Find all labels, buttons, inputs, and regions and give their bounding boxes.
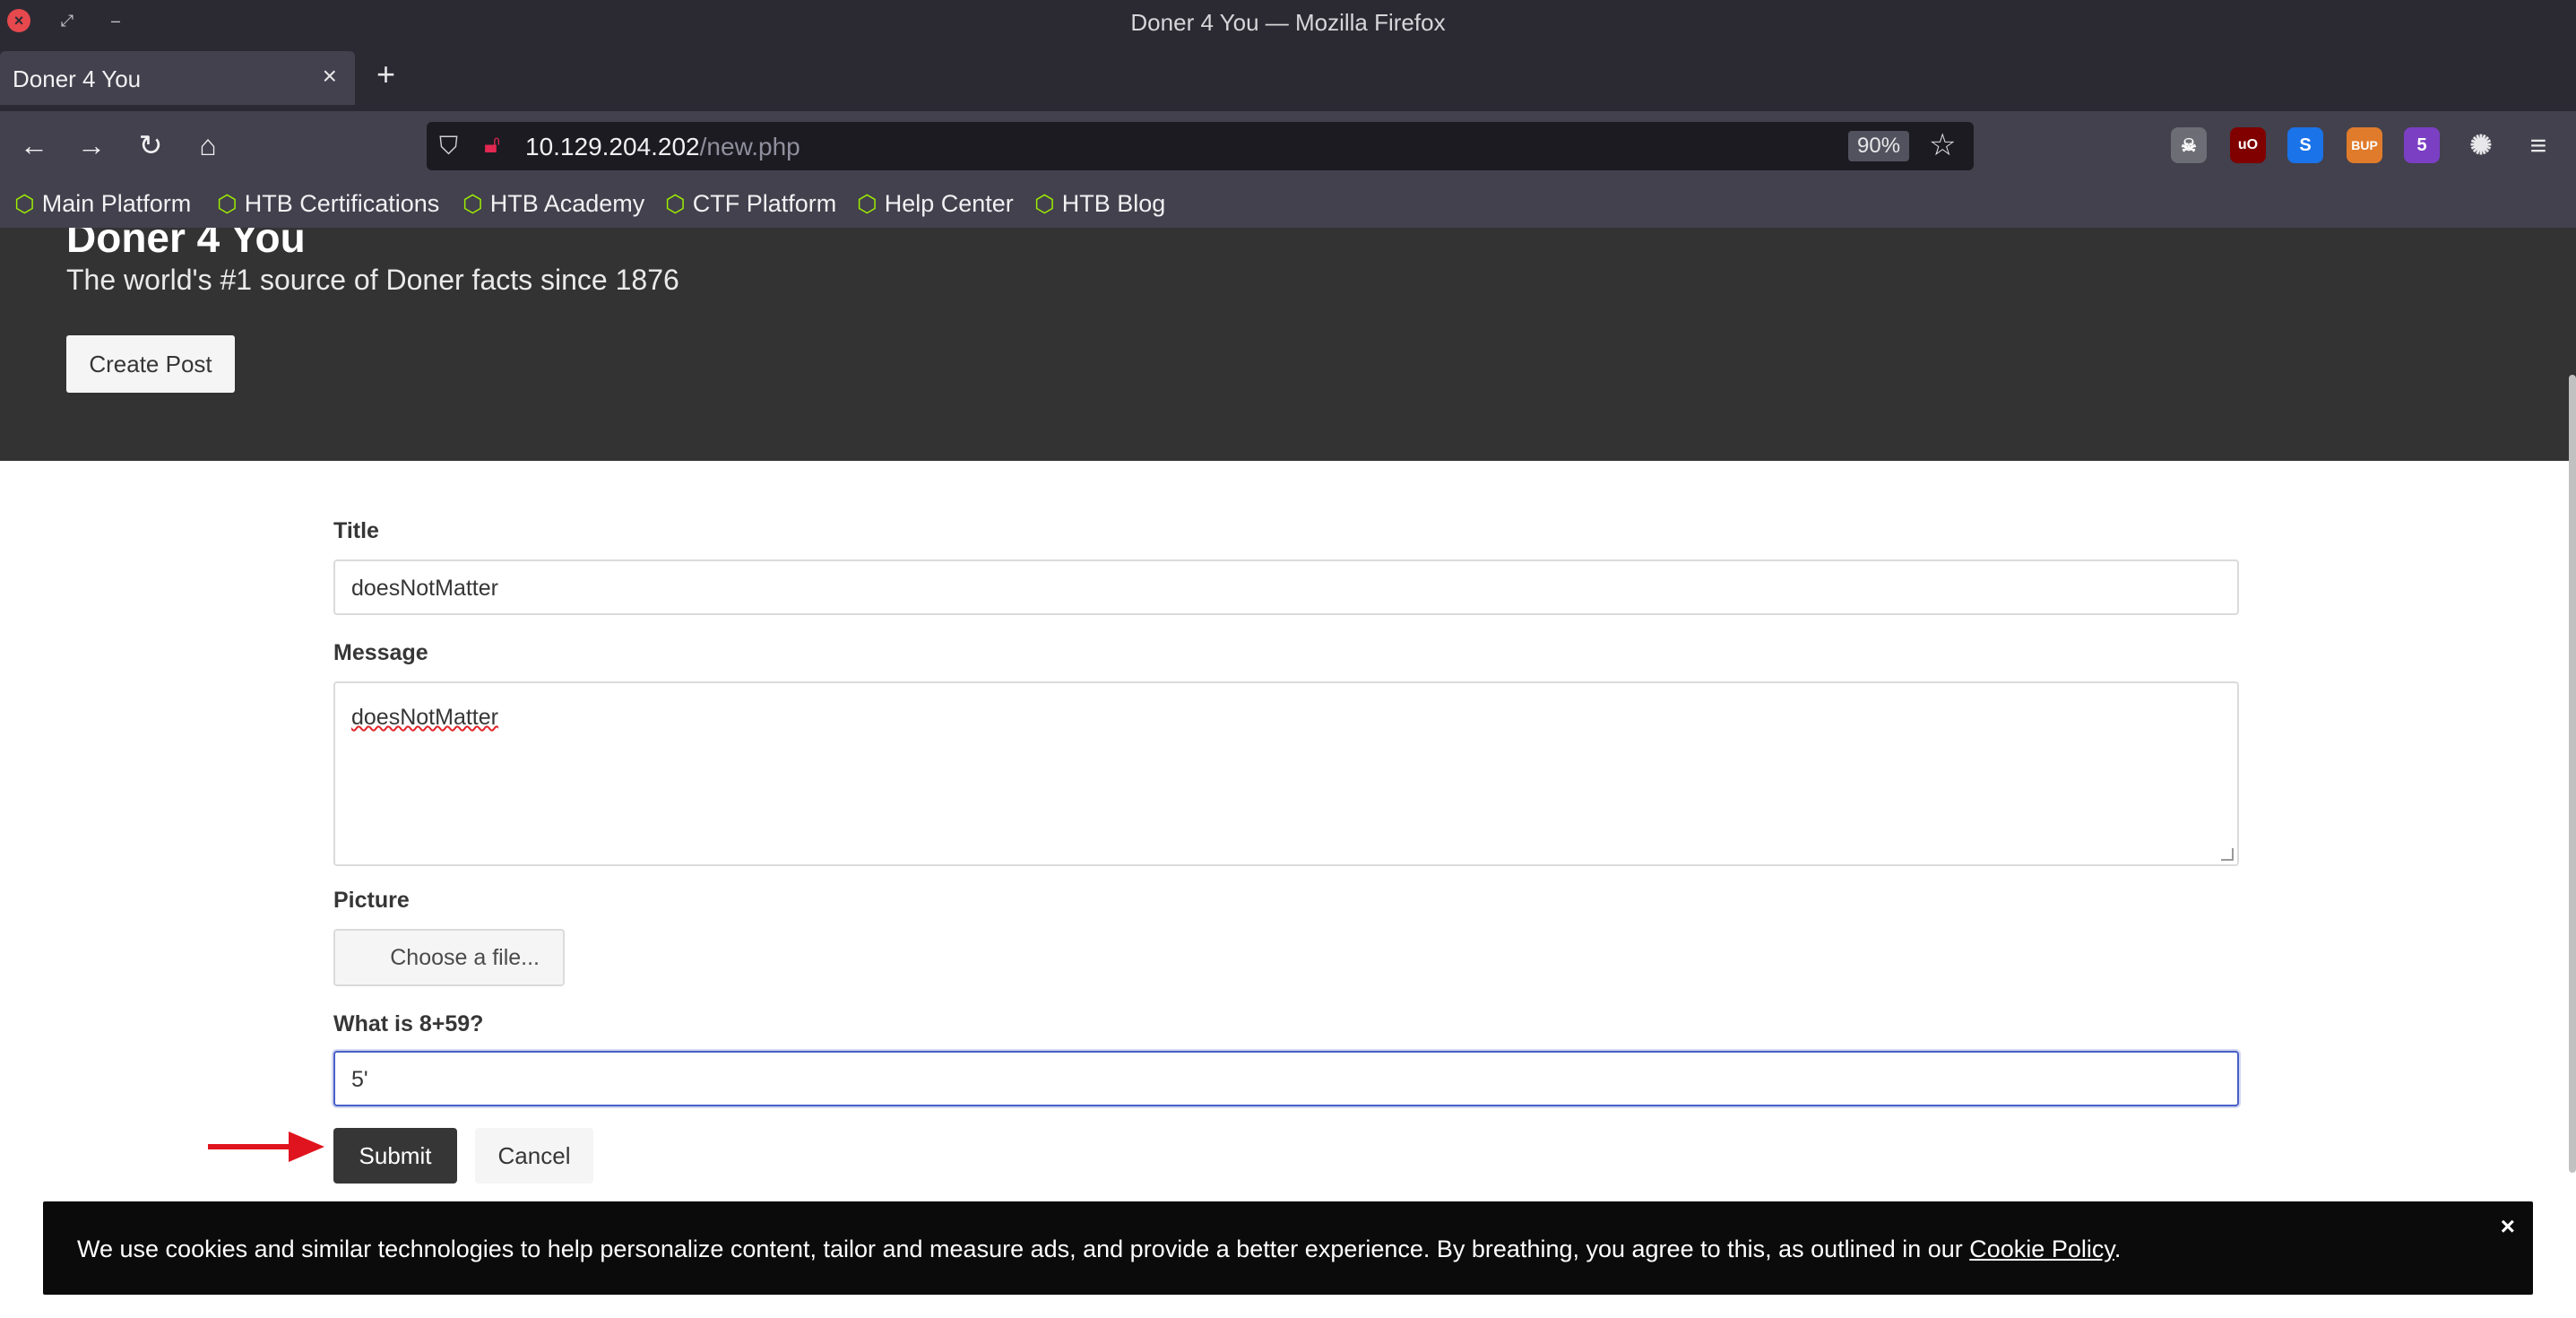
cookie-text: We use cookies and similar technologies … bbox=[77, 1236, 1970, 1262]
cookie-policy-link[interactable]: Cookie Policy bbox=[1969, 1236, 2114, 1262]
bookmark-htb-academy[interactable]: ⬡ HTB Academy bbox=[462, 188, 644, 219]
red-arrow-annotation bbox=[208, 1132, 324, 1162]
bookmark-label: HTB Academy bbox=[489, 189, 645, 217]
choose-file-button[interactable]: Choose a file... bbox=[333, 929, 565, 986]
captcha-input[interactable]: 5' bbox=[333, 1051, 2239, 1106]
extension-counter-icon[interactable]: 5 bbox=[2404, 127, 2440, 163]
url-text[interactable]: 10.129.204.202/new.php bbox=[525, 133, 800, 161]
message-textarea[interactable]: doesNotMatter bbox=[333, 681, 2239, 866]
bookmark-label: CTF Platform bbox=[692, 189, 837, 217]
create-post-button[interactable]: Create Post bbox=[66, 335, 235, 393]
tracking-shield-icon[interactable]: ⛉ bbox=[439, 132, 458, 161]
counter-badge: 5 bbox=[2416, 134, 2427, 155]
back-icon[interactable]: ← bbox=[14, 126, 54, 165]
bookmark-htb-certifications[interactable]: ⬡ HTB Certifications bbox=[217, 188, 439, 219]
ublock-origin-icon[interactable]: uO bbox=[2230, 127, 2266, 163]
htb-cube-icon: ⬡ bbox=[217, 189, 238, 217]
url-path: /new.php bbox=[699, 133, 800, 160]
hero-section: Doner 4 You The world's #1 source of Don… bbox=[0, 228, 2576, 461]
burp-badge: BUP bbox=[2351, 138, 2378, 152]
htb-cube-icon: ⬡ bbox=[857, 189, 877, 217]
submit-button[interactable]: Submit bbox=[333, 1128, 457, 1184]
bookmark-label: HTB Blog bbox=[1061, 189, 1166, 217]
forward-icon[interactable]: → bbox=[72, 126, 111, 165]
window-title: Doner 4 You — Mozilla Firefox bbox=[1130, 9, 1446, 36]
title-input[interactable]: doesNotMatter bbox=[333, 559, 2239, 615]
cookie-extension-icon[interactable]: ✺ bbox=[2463, 127, 2499, 163]
htb-cube-icon: ⬡ bbox=[14, 189, 35, 217]
cookie-trailing: . bbox=[2114, 1236, 2122, 1262]
page-scrollbar[interactable] bbox=[2569, 375, 2576, 1173]
htb-cube-icon: ⬡ bbox=[462, 189, 483, 217]
bookmark-label: Main Platform bbox=[41, 189, 192, 217]
picture-label: Picture bbox=[333, 888, 410, 913]
new-tab-icon[interactable]: + bbox=[376, 56, 395, 93]
page-content: Doner 4 You The world's #1 source of Don… bbox=[0, 228, 2576, 1318]
tab-title: Doner 4 You bbox=[13, 65, 142, 92]
bookmark-label: Help Center bbox=[884, 189, 1014, 217]
extension-s-icon[interactable]: S bbox=[2287, 127, 2323, 163]
site-title: Doner 4 You bbox=[66, 228, 306, 261]
cookie-close-icon[interactable]: × bbox=[2501, 1212, 2515, 1241]
bookmark-help-center[interactable]: ⬡ Help Center bbox=[857, 188, 1014, 219]
menu-hamburger-icon[interactable]: ≡ bbox=[2520, 127, 2556, 163]
message-text: doesNotMatter bbox=[351, 705, 498, 730]
bookmark-ctf-platform[interactable]: ⬡ CTF Platform bbox=[665, 188, 836, 219]
burp-extension-icon[interactable]: BUP bbox=[2347, 127, 2382, 163]
url-bar[interactable]: ⛉ 🔓︎ 10.129.204.202/new.php 90% ☆ bbox=[427, 122, 1974, 170]
bookmarks-toolbar: ⬡ Main Platform ⬡ HTB Certifications ⬡ HTB … bbox=[0, 179, 2576, 228]
cookie-banner: We use cookies and similar technologies … bbox=[43, 1201, 2533, 1295]
reload-icon[interactable]: ↻ bbox=[131, 126, 170, 165]
bookmark-label: HTB Certifications bbox=[244, 189, 440, 217]
title-label: Title bbox=[333, 518, 379, 543]
zoom-level-badge[interactable]: 90% bbox=[1848, 131, 1910, 161]
textarea-resize-handle[interactable] bbox=[2221, 848, 2234, 861]
insecure-lock-icon[interactable]: 🔓︎ bbox=[484, 130, 500, 160]
bookmark-main-platform[interactable]: ⬡ Main Platform bbox=[14, 188, 191, 219]
htb-cube-icon: ⬡ bbox=[665, 189, 686, 217]
home-icon[interactable]: ⌂ bbox=[188, 126, 228, 165]
url-host: 10.129.204.202 bbox=[525, 133, 700, 160]
tab-close-icon[interactable]: × bbox=[323, 62, 337, 91]
extension-hacker-icon[interactable]: ☠ bbox=[2171, 127, 2207, 163]
firefox-window: × ⤢ – Doner 4 You — Mozilla Firefox Done… bbox=[0, 0, 2576, 1318]
bookmark-htb-blog[interactable]: ⬡ HTB Blog bbox=[1034, 188, 1165, 219]
bookmark-star-icon[interactable]: ☆ bbox=[1929, 127, 1956, 163]
navigation-bar: ← → ↻ ⌂ ⛉ 🔓︎ 10.129.204.202/new.php 90% … bbox=[0, 111, 2576, 179]
cookie-message: We use cookies and similar technologies … bbox=[77, 1236, 2121, 1263]
tab-strip: Doner 4 You × + bbox=[0, 45, 2576, 111]
cancel-button[interactable]: Cancel bbox=[475, 1128, 593, 1184]
window-titlebar: × ⤢ – Doner 4 You — Mozilla Firefox bbox=[0, 0, 2576, 45]
captcha-label: What is 8+59? bbox=[333, 1011, 484, 1036]
htb-cube-icon: ⬡ bbox=[1034, 189, 1055, 217]
message-label: Message bbox=[333, 640, 428, 665]
site-tagline: The world's #1 source of Doner facts sin… bbox=[66, 264, 679, 296]
tab-active[interactable]: Doner 4 You × bbox=[0, 51, 355, 105]
